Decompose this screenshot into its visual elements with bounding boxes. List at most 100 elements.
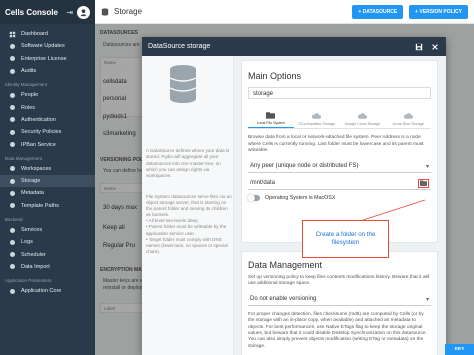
sidebar-item-logs[interactable]: Logs: [0, 236, 95, 248]
import-icon: [9, 263, 16, 270]
sidebar-section-title: Backend: [5, 216, 23, 222]
workspaces-icon: [9, 165, 16, 172]
page-title: Storage: [114, 7, 143, 16]
chevron-down-icon: ▾: [425, 163, 429, 170]
filesystem-help-text: File System datasources serve files via …: [146, 194, 232, 255]
modal-title: DataSource storage: [148, 43, 211, 50]
tab-label: S3-compatible Storage: [298, 122, 335, 126]
sidebar-item-label: Security Policies: [21, 129, 62, 136]
storage-icon: [101, 7, 109, 16]
topbar: Storage + DATASOURCE + VERSION POLICY: [95, 0, 474, 24]
tab-label: Local File System: [256, 121, 286, 125]
close-button[interactable]: [430, 42, 440, 52]
roles-icon: [9, 104, 16, 111]
collapse-sidebar-icon[interactable]: ⇥: [66, 8, 73, 17]
sidebar-item-security-policies[interactable]: Security Policies: [0, 126, 95, 138]
sidebar-item-label: Dashboard: [21, 31, 48, 38]
folder-plus-icon: [420, 180, 427, 187]
sidebar-item-software-updates[interactable]: Software Updates: [0, 40, 95, 52]
sidebar-item-label: Application Core: [21, 288, 62, 295]
sidebar-item-metadata[interactable]: Metadata: [0, 187, 95, 199]
sidebar-item-label: Data Import: [21, 263, 50, 270]
dashboard-icon: [9, 31, 16, 38]
sidebar-item-people[interactable]: People: [0, 89, 95, 101]
sidebar-item-template-paths[interactable]: Template Paths: [0, 200, 95, 212]
save-button[interactable]: [414, 42, 424, 52]
help-bullet-text: All level two-levels deep.: [148, 218, 199, 224]
tab-google-cloud-storage[interactable]: Google Cloud Storage: [340, 107, 386, 128]
peer-address-value: Any peer (unique node or distributed FS): [250, 163, 359, 170]
cloud-icon: [357, 113, 367, 119]
help-bullet: • Target folder must comply with DNS nam…: [146, 237, 232, 255]
sidebar-item-label: Workspaces: [21, 165, 52, 172]
user-avatar[interactable]: [77, 5, 90, 19]
datasource-help-text: A DataSource defines where your data is …: [146, 148, 230, 179]
sidebar-item-audits[interactable]: Audits: [0, 65, 95, 77]
sidebar-item-label: Enterprise License: [21, 55, 67, 62]
tab-azure-blob-storage[interactable]: Azure Blob Storage: [385, 107, 431, 128]
sidebar-item-application-core[interactable]: Application Core: [0, 285, 95, 297]
scheduler-icon: [9, 251, 16, 258]
app-title: Cells Console: [5, 7, 58, 17]
sidebar-item-scheduler[interactable]: Scheduler: [0, 248, 95, 260]
add-version-policy-button[interactable]: + VERSION POLICY: [409, 4, 468, 19]
versioning-select[interactable]: Do not enable versioning ▾: [248, 294, 431, 306]
people-icon: [9, 92, 16, 99]
sidebar-item-label: Metadata: [21, 190, 44, 197]
sidebar-section-title: Data Management: [5, 155, 43, 161]
help-bullet: • Parent folder must be writeable by the…: [146, 224, 232, 236]
help-bullet-text: Parent folder must be writeable by the a…: [146, 224, 227, 236]
sidebar-nav: Dashboard Software Updates Enterprise Lice…: [0, 24, 95, 297]
sidebar-item-workspaces[interactable]: Workspaces: [0, 163, 95, 175]
help-pane: A DataSource defines where your data is …: [142, 56, 234, 355]
versioning-description: Set up versioning policy to keep files c…: [248, 275, 430, 287]
datasource-modal: DataSource storage A DataSource defines …: [142, 37, 446, 355]
chevron-down-icon: ▾: [425, 296, 429, 303]
local-fs-description: Browse data from a local or network-atta…: [248, 135, 424, 154]
checksum-description: For proper changes detection, files chec…: [248, 311, 427, 349]
sidebar-item-roles[interactable]: Roles: [0, 101, 95, 113]
sidebar-header: Cells Console ⇥: [0, 0, 95, 24]
sidebar-item-label: Services: [21, 227, 43, 233]
peer-address-select[interactable]: Any peer (unique node or distributed FS)…: [248, 161, 431, 173]
data-management-panel: Data Management Set up versioning policy…: [241, 251, 438, 355]
sidebar-item-label: Audits: [21, 68, 37, 75]
sidebar-item-authentication[interactable]: Authentication: [0, 114, 95, 126]
macosx-toggle[interactable]: [247, 193, 260, 202]
main-options-panel: Main Options storage Local File System S…: [241, 60, 438, 243]
main-options-title: Main Options: [248, 71, 302, 81]
tab-label: Google Cloud Storage: [344, 122, 381, 126]
add-key-button[interactable]: KEY: [445, 344, 474, 355]
versioning-select-value: Do not enable versioning: [250, 296, 317, 303]
sidebar-item-dashboard[interactable]: Dashboard: [0, 28, 95, 40]
sidebar-item-label: Logs: [21, 239, 33, 246]
close-icon: [432, 43, 438, 50]
create-folder-tooltip: Create a folder on the filesystem: [302, 220, 389, 258]
filesystem-help-intro: File System datasources serve files via …: [146, 194, 232, 218]
tab-s3-storage[interactable]: S3-compatible Storage: [294, 107, 340, 128]
sidebar-item-label: Scheduler: [21, 251, 46, 258]
add-datasource-button[interactable]: + DATASOURCE: [352, 4, 404, 19]
sidebar-section-title: Identity Management: [5, 82, 48, 88]
tab-label: Azure Blob Storage: [392, 122, 424, 126]
sidebar-item-storage[interactable]: Storage: [0, 174, 95, 188]
cloud-icon: [403, 113, 413, 119]
metadata-icon: [9, 190, 16, 197]
storage-icon: [9, 178, 16, 185]
macosx-toggle-row: Operating System is MacOSX: [247, 193, 431, 202]
sidebar-item-ipban-service[interactable]: IPBan Service: [0, 138, 95, 150]
sidebar-item-label: Authentication: [21, 116, 56, 123]
tab-local-file-system[interactable]: Local File System: [248, 107, 294, 128]
sidebar-section-title: Application Parameters: [5, 278, 52, 284]
sidebar-item-label: IPBan Service: [21, 141, 56, 148]
sidebar-item-label: People: [21, 92, 39, 99]
sidebar-item-enterprise-license[interactable]: Enterprise License: [0, 53, 95, 65]
logs-icon: [9, 239, 16, 246]
security-icon: [9, 129, 16, 136]
storage-path-field[interactable]: /mnt/data: [248, 178, 431, 190]
sidebar-item-data-import[interactable]: Data Import: [0, 261, 95, 273]
sidebar-item-services[interactable]: Services: [0, 224, 95, 236]
audit-icon: [9, 68, 16, 75]
datasource-name-field[interactable]: storage: [248, 87, 431, 99]
create-folder-button[interactable]: [418, 178, 429, 188]
